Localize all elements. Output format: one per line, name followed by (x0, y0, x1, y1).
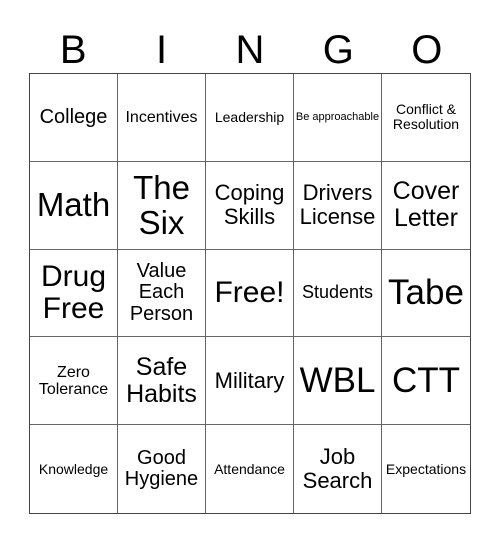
bingo-cell[interactable]: College (30, 74, 118, 162)
bingo-cell[interactable]: The Six (118, 161, 206, 250)
bingo-cell free-space[interactable]: Free! (206, 249, 294, 338)
bingo-cell[interactable]: Value Each Person (118, 249, 206, 338)
header-letter-i: I (156, 28, 168, 72)
header-letter-g: G (322, 28, 354, 72)
bingo-cell[interactable]: Incentives (118, 74, 206, 162)
bingo-cell[interactable]: Attendance (206, 425, 294, 513)
bingo-cell[interactable]: Conflict & Resolution (382, 74, 470, 162)
header-letter-b: B (59, 28, 87, 72)
bingo-cell[interactable]: Military (206, 337, 294, 426)
bingo-cell[interactable]: Drivers License (294, 161, 382, 250)
bingo-cell[interactable]: Math (30, 161, 118, 250)
header-letter-n: N (235, 28, 265, 72)
bingo-cell[interactable]: Zero Tolerance (30, 337, 118, 426)
bingo-cell[interactable]: Be approachable (294, 74, 382, 162)
bingo-cell[interactable]: Expectations (382, 425, 470, 513)
bingo-cell[interactable]: Knowledge (30, 425, 118, 513)
bingo-cell[interactable]: Coping Skills (206, 161, 294, 250)
bingo-cell[interactable]: CTT (382, 337, 470, 426)
bingo-cell[interactable]: Students (294, 249, 382, 338)
bingo-cell[interactable]: Tabe (382, 250, 470, 338)
bingo-cell[interactable]: Cover Letter (382, 162, 470, 250)
bingo-cell[interactable]: WBL (294, 337, 382, 426)
bingo-cell[interactable]: Leadership (206, 74, 294, 162)
bingo-cell[interactable]: Drug Free (30, 249, 118, 338)
bingo-cell[interactable]: Safe Habits (118, 337, 206, 426)
bingo-header: B I N G O (29, 28, 471, 72)
bingo-cell[interactable]: Job Search (294, 425, 382, 513)
bingo-cell[interactable]: Good Hygiene (118, 425, 206, 513)
bingo-card-grid: College Incentives Leadership Be approac… (29, 73, 471, 514)
header-letter-o: O (411, 28, 443, 72)
